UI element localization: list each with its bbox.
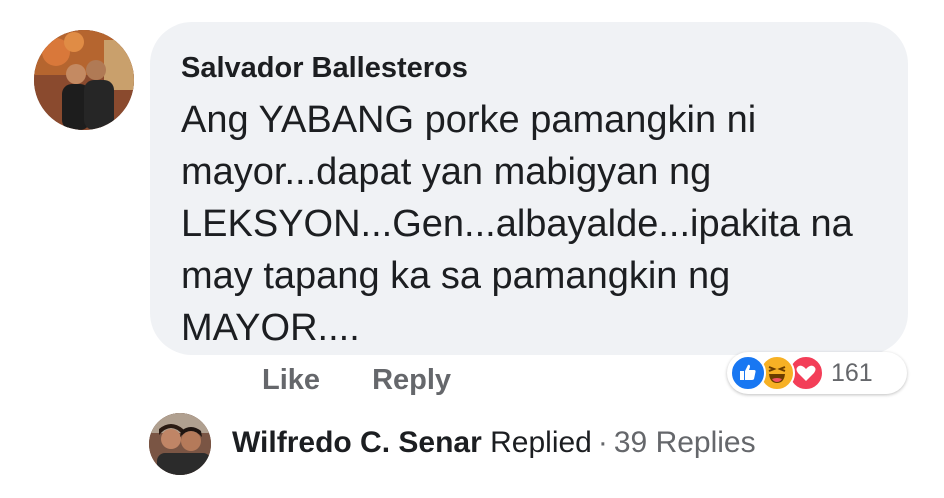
view-replies-link[interactable]: Wilfredo C. Senar Replied · 39 Replies: [232, 426, 756, 460]
like-link[interactable]: Like: [262, 364, 320, 397]
comment-author[interactable]: Salvador Ballesteros: [181, 52, 468, 85]
like-icon: [730, 355, 766, 391]
reply-author-photo: [149, 413, 211, 475]
replies-count[interactable]: 39 Replies: [614, 426, 756, 459]
reply-author-name[interactable]: Wilfredo C. Senar: [232, 426, 482, 459]
commenter-avatar[interactable]: [34, 30, 134, 130]
replied-label: Replied: [490, 426, 592, 459]
reply-link[interactable]: Reply: [372, 364, 451, 397]
reply-author-avatar[interactable]: [149, 413, 211, 475]
comment-text: Ang YABANG porke pamangkin ni mayor...da…: [181, 99, 853, 349]
reaction-count: 161: [831, 359, 873, 387]
commenter-photo: [34, 30, 134, 130]
separator-dot: ·: [597, 426, 608, 459]
comment-actions: Like Reply: [262, 364, 451, 397]
reactions-summary[interactable]: 161: [727, 352, 907, 394]
